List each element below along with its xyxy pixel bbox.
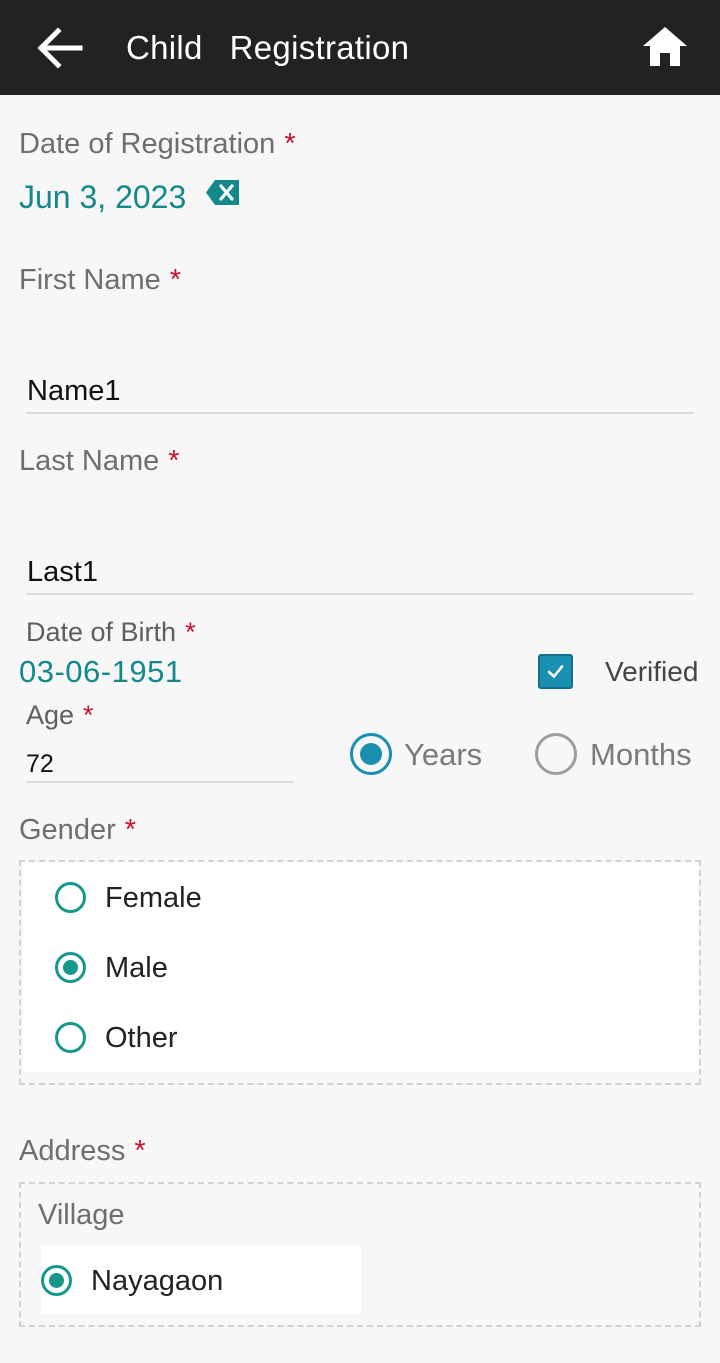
last-name-label: Last Name * <box>19 443 180 479</box>
date-of-birth-value[interactable]: 03-06-1951 <box>19 653 183 691</box>
date-of-birth-label: Date of Birth * <box>26 614 196 650</box>
verified-label: Verified <box>605 656 699 687</box>
check-icon <box>547 665 564 678</box>
app-bar: Child Registration <box>0 0 720 95</box>
arrow-back-icon <box>37 27 83 69</box>
page-title: Child Registration <box>126 29 410 66</box>
required-marker: * <box>185 617 196 647</box>
date-of-birth-label-text: Date of Birth <box>26 617 177 647</box>
village-nayagaon-label[interactable]: Nayagaon <box>91 1263 223 1299</box>
last-name-label-text: Last Name <box>19 445 160 477</box>
first-name-input[interactable] <box>26 370 694 414</box>
age-unit-years-label[interactable]: Years <box>404 736 482 774</box>
home-button[interactable] <box>640 24 690 70</box>
age-unit-months-radio[interactable] <box>535 733 577 775</box>
first-name-label-text: First Name <box>19 264 161 296</box>
back-button[interactable] <box>34 26 84 70</box>
gender-male-label[interactable]: Male <box>105 950 168 986</box>
backspace-clear-icon <box>206 180 239 205</box>
age-label: Age * <box>26 697 94 733</box>
gender-label: Gender * <box>19 812 136 848</box>
gender-male-radio[interactable] <box>55 952 86 983</box>
gender-female-radio[interactable] <box>55 882 86 913</box>
required-marker: * <box>124 814 137 846</box>
gender-label-text: Gender <box>19 814 116 846</box>
gender-other-label[interactable]: Other <box>105 1020 178 1056</box>
village-nayagaon-radio[interactable] <box>41 1265 72 1296</box>
last-name-input[interactable] <box>26 551 694 595</box>
required-marker: * <box>169 264 182 296</box>
home-icon <box>643 27 687 66</box>
age-unit-months-label[interactable]: Months <box>590 736 692 774</box>
registration-date-value[interactable]: Jun 3, 2023 <box>19 178 186 216</box>
registration-date-label: Date of Registration * <box>19 126 296 162</box>
required-marker: * <box>134 1135 146 1167</box>
gender-other-radio[interactable] <box>55 1022 86 1053</box>
village-label: Village <box>38 1199 125 1231</box>
clear-date-button[interactable] <box>205 179 241 206</box>
address-label-text: Address <box>19 1135 126 1167</box>
verified-checkbox[interactable] <box>538 654 573 689</box>
required-marker: * <box>83 700 94 730</box>
address-label: Address * <box>19 1133 146 1169</box>
first-name-label: First Name * <box>19 262 181 298</box>
gender-female-label[interactable]: Female <box>105 880 202 916</box>
required-marker: * <box>284 128 296 160</box>
registration-date-label-text: Date of Registration <box>19 128 276 160</box>
age-input[interactable] <box>26 747 294 783</box>
age-unit-years-radio[interactable] <box>350 733 392 775</box>
age-label-text: Age <box>26 700 75 730</box>
required-marker: * <box>168 445 180 477</box>
